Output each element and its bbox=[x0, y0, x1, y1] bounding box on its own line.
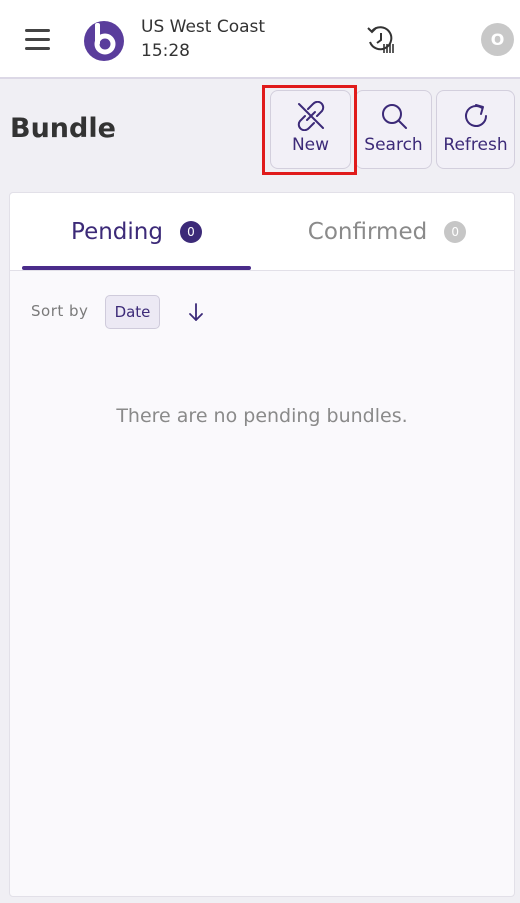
logo-icon bbox=[84, 21, 124, 61]
search-button[interactable]: Search bbox=[355, 90, 432, 169]
search-button-label: Search bbox=[364, 135, 423, 155]
history-icon[interactable] bbox=[363, 22, 399, 58]
location-name: US West Coast bbox=[141, 17, 266, 37]
tab-pending-label: Pending bbox=[71, 219, 163, 245]
confirmed-count-badge: 0 bbox=[444, 221, 467, 243]
page-title: Bundle bbox=[10, 113, 116, 144]
top-bar: US West Coast 15:28 O bbox=[0, 0, 520, 79]
refresh-icon bbox=[464, 104, 487, 127]
new-button-label: New bbox=[291, 135, 330, 155]
sort-field-button[interactable]: Date bbox=[105, 295, 160, 329]
tab-pending[interactable]: Pending 0 bbox=[22, 193, 251, 271]
tab-bar: Pending 0 Confirmed 0 bbox=[10, 193, 514, 271]
menu-icon[interactable] bbox=[22, 26, 54, 52]
bundle-card: Pending 0 Confirmed 0 Sort by Date There… bbox=[9, 192, 515, 897]
sort-label: Sort by bbox=[31, 302, 89, 320]
current-time: 15:28 bbox=[141, 41, 190, 61]
new-button[interactable]: New bbox=[270, 90, 351, 169]
active-tab-indicator bbox=[22, 266, 251, 270]
arrow-down-icon[interactable] bbox=[185, 301, 207, 323]
tab-confirmed-label: Confirmed bbox=[307, 219, 428, 245]
refresh-button[interactable]: Refresh bbox=[436, 90, 515, 169]
empty-state-message: There are no pending bundles. bbox=[116, 405, 408, 427]
tab-confirmed[interactable]: Confirmed 0 bbox=[272, 193, 502, 271]
link-break-icon bbox=[297, 101, 324, 131]
avatar[interactable]: O bbox=[481, 23, 514, 56]
refresh-button-label: Refresh bbox=[443, 135, 508, 155]
pending-count-badge: 0 bbox=[179, 221, 202, 243]
search-icon bbox=[381, 104, 407, 129]
